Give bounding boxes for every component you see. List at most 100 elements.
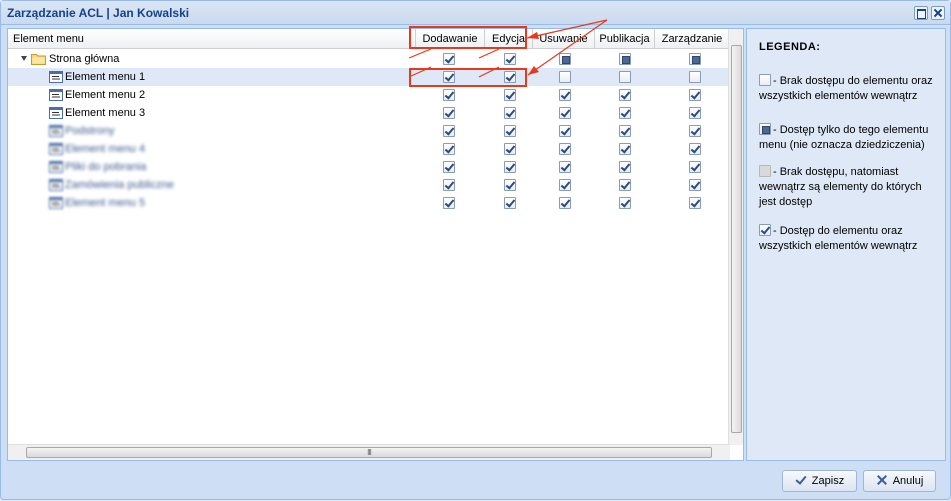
tree-node-label: Podstrony — [65, 125, 115, 137]
permission-checkbox-publish[interactable] — [619, 179, 631, 191]
permission-checkbox-manage[interactable] — [689, 161, 701, 173]
permission-checkbox-delete[interactable] — [559, 143, 571, 155]
permission-checkbox-delete[interactable] — [559, 161, 571, 173]
legend-checkbox-checked — [759, 224, 771, 236]
column-header-delete[interactable]: Usuwanie — [533, 29, 595, 49]
window-title: Zarządzanie ACL | Jan Kowalski — [7, 6, 190, 20]
permission-checkbox-add[interactable] — [443, 107, 455, 119]
table-row[interactable]: Element menu 1 — [8, 68, 730, 86]
cancel-icon — [876, 474, 888, 486]
permission-checkbox-edit[interactable] — [504, 179, 516, 191]
table-row[interactable]: Element menu 3 — [8, 104, 730, 122]
permission-checkbox-manage[interactable] — [689, 89, 701, 101]
acl-grid: Element menu Dodawanie Edycja Usuwanie Publi… — [7, 28, 744, 461]
legend-text: - Dostęp do elementu oraz wszystkich ele… — [759, 225, 918, 252]
permission-checkbox-add[interactable] — [443, 179, 455, 191]
table-row[interactable]: Element menu 5 — [8, 194, 730, 212]
folder-icon — [31, 54, 46, 65]
permission-checkbox-add[interactable] — [443, 143, 455, 155]
table-row[interactable]: Strona główna — [8, 50, 730, 68]
permission-checkbox-delete[interactable] — [559, 125, 571, 137]
permission-checkbox-publish[interactable] — [619, 107, 631, 119]
legend-text: - Brak dostępu, natomiast wewnątrz są el… — [759, 166, 922, 208]
permission-checkbox-edit[interactable] — [504, 71, 516, 83]
permission-checkbox-delete[interactable] — [559, 89, 571, 101]
permission-checkbox-edit[interactable] — [504, 89, 516, 101]
cancel-button[interactable]: Anuluj — [863, 470, 936, 492]
permission-checkbox-delete[interactable] — [559, 107, 571, 119]
legend-text: - Brak dostępu do elementu oraz wszystki… — [759, 75, 933, 102]
column-header-add[interactable]: Dodawanie — [416, 29, 485, 49]
permission-checkbox-publish[interactable] — [619, 161, 631, 173]
permission-checkbox-manage[interactable] — [689, 197, 701, 209]
legend-checkbox-empty — [759, 74, 771, 86]
permission-checkbox-add[interactable] — [443, 89, 455, 101]
table-row[interactable]: Pliki do pobrania — [8, 158, 730, 176]
permission-checkbox-add[interactable] — [443, 161, 455, 173]
permission-checkbox-publish[interactable] — [619, 89, 631, 101]
permission-checkbox-delete[interactable] — [559, 179, 571, 191]
permission-checkbox-edit[interactable] — [504, 197, 516, 209]
permission-checkbox-add[interactable] — [443, 125, 455, 137]
menu-item-icon — [49, 107, 63, 119]
table-row[interactable]: Podstrony — [8, 122, 730, 140]
expand-arrow-icon[interactable] — [21, 56, 27, 61]
permission-checkbox-delete[interactable] — [559, 197, 571, 209]
legend-checkbox-partial — [759, 123, 771, 135]
table-row[interactable]: Zamówienia publiczne — [8, 176, 730, 194]
permission-checkbox-delete[interactable] — [559, 71, 571, 83]
save-button[interactable]: Zapisz — [782, 470, 857, 492]
legend-item: - Brak dostępu do elementu oraz wszystki… — [759, 72, 939, 104]
legend-item: - Dostęp tylko do tego elementu menu (ni… — [759, 121, 939, 153]
permission-checkbox-manage[interactable] — [689, 143, 701, 155]
menu-item-icon — [49, 161, 63, 173]
permission-checkbox-add[interactable] — [443, 71, 455, 83]
menu-item-icon — [49, 197, 63, 209]
legend-panel: LEGENDA: - Brak dostępu do elementu oraz… — [746, 28, 946, 461]
horizontal-scroll-thumb[interactable]: III — [26, 447, 712, 458]
column-header-edit[interactable]: Edycja — [485, 29, 533, 49]
tree-node-label: Element menu 4 — [65, 143, 146, 155]
close-icon[interactable] — [931, 6, 945, 20]
column-header-publish[interactable]: Publikacja — [595, 29, 655, 49]
permission-checkbox-edit[interactable] — [504, 107, 516, 119]
permission-checkbox-publish[interactable] — [619, 143, 631, 155]
permission-checkbox-add[interactable] — [443, 197, 455, 209]
permission-checkbox-publish[interactable] — [619, 125, 631, 137]
legend-checkbox-gray — [759, 165, 771, 177]
column-header-manage[interactable]: Zarządzanie — [655, 29, 730, 49]
permission-checkbox-publish[interactable] — [619, 71, 631, 83]
vertical-scroll-thumb[interactable] — [731, 45, 742, 433]
permission-checkbox-edit[interactable] — [504, 143, 516, 155]
checkmark-icon — [795, 474, 807, 486]
permission-checkbox-edit[interactable] — [504, 53, 516, 65]
legend-text: - Dostęp tylko do tego elementu menu (ni… — [759, 124, 929, 151]
permission-checkbox-delete[interactable] — [559, 53, 571, 65]
permission-checkbox-manage[interactable] — [689, 125, 701, 137]
permission-checkbox-manage[interactable] — [689, 71, 701, 83]
tree-node-label: Zamówienia publiczne — [65, 179, 174, 191]
column-header-name[interactable]: Element menu — [8, 29, 416, 49]
table-row[interactable]: Element menu 4 — [8, 140, 730, 158]
menu-item-icon — [49, 89, 63, 101]
permission-checkbox-add[interactable] — [443, 53, 455, 65]
tree-node-label: Element menu 3 — [65, 107, 146, 119]
horizontal-scrollbar[interactable]: III — [8, 444, 730, 460]
tree-node-label: Element menu 2 — [65, 89, 146, 101]
vertical-scrollbar[interactable] — [728, 29, 743, 445]
maximize-icon[interactable] — [914, 6, 928, 20]
grid-body: Strona główna Element menu 1 Element menu … — [8, 50, 730, 212]
legend-title: LEGENDA: — [759, 41, 821, 53]
cancel-button-label: Anuluj — [892, 475, 924, 487]
window-titlebar[interactable]: Zarządzanie ACL | Jan Kowalski — [1, 1, 950, 25]
permission-checkbox-edit[interactable] — [504, 161, 516, 173]
permission-checkbox-publish[interactable] — [619, 197, 631, 209]
acl-window: Zarządzanie ACL | Jan Kowalski Element m… — [0, 0, 951, 500]
permission-checkbox-manage[interactable] — [689, 179, 701, 191]
permission-checkbox-edit[interactable] — [504, 125, 516, 137]
table-row[interactable]: Element menu 2 — [8, 86, 730, 104]
permission-checkbox-manage[interactable] — [689, 53, 701, 65]
menu-item-icon — [49, 179, 63, 191]
permission-checkbox-publish[interactable] — [619, 53, 631, 65]
permission-checkbox-manage[interactable] — [689, 107, 701, 119]
